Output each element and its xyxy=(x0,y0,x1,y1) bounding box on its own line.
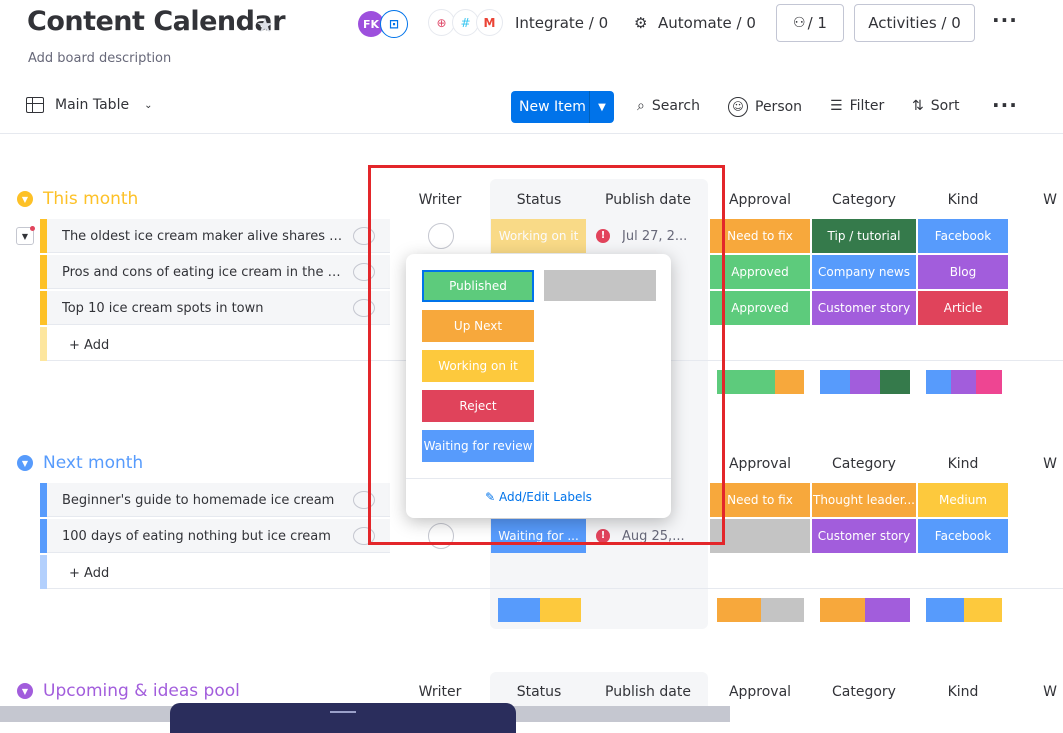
column-header-w[interactable]: W xyxy=(1040,192,1060,208)
approval-summary-bar xyxy=(717,370,804,394)
column-header-status[interactable]: Status xyxy=(490,684,588,700)
kind-summary-bar xyxy=(926,598,1002,622)
group-collapse-icon[interactable]: ▼ xyxy=(17,191,33,207)
approval-cell[interactable]: Need to fix xyxy=(710,483,810,517)
kind-cell[interactable]: Facebook xyxy=(918,219,1008,253)
approval-cell[interactable]: Approved xyxy=(710,291,810,325)
add-item-button[interactable]: + Add xyxy=(69,566,109,581)
column-header-publish-date[interactable]: Publish date xyxy=(590,684,706,700)
category-cell[interactable]: Thought leader... xyxy=(812,483,916,517)
table-icon xyxy=(26,97,44,113)
column-header-category[interactable]: Category xyxy=(812,684,916,700)
star-icon[interactable]: ★ xyxy=(256,13,274,37)
sort-icon: ⇅ xyxy=(912,98,924,114)
add-item-button[interactable]: + Add xyxy=(69,338,109,353)
automate-button[interactable]: Automate / 0 xyxy=(658,14,756,32)
filter-button[interactable]: ☰ Filter xyxy=(830,98,884,114)
column-header-kind[interactable]: Kind xyxy=(918,192,1008,208)
kind-summary-bar xyxy=(926,370,1002,394)
group-collapse-icon[interactable]: ▼ xyxy=(17,683,33,699)
kind-cell[interactable]: Article xyxy=(918,291,1008,325)
sort-button[interactable]: ⇅ Sort xyxy=(912,98,959,114)
category-cell[interactable]: Customer story xyxy=(812,291,916,325)
chevron-down-icon[interactable]: ▼ xyxy=(589,91,614,123)
group-title[interactable]: Upcoming & ideas pool xyxy=(43,681,240,701)
highlight-annotation-box xyxy=(368,165,725,545)
people-icon: ⚇ xyxy=(793,15,806,31)
approval-cell[interactable]: Need to fix xyxy=(710,219,810,253)
invite-icon[interactable]: ⊡ xyxy=(380,10,408,38)
integrate-button[interactable]: Integrate / 0 xyxy=(515,14,608,32)
group-title[interactable]: This month xyxy=(43,189,138,209)
category-cell[interactable]: Customer story xyxy=(812,519,916,553)
item-name[interactable]: Pros and cons of eating ice cream in the… xyxy=(62,265,344,280)
group-color-bar xyxy=(40,219,47,253)
approval-cell[interactable] xyxy=(710,519,810,553)
column-header-w[interactable]: W xyxy=(1040,684,1060,700)
kind-cell[interactable]: Blog xyxy=(918,255,1008,289)
group-color-bar xyxy=(40,555,47,589)
column-header-writer[interactable]: Writer xyxy=(405,684,475,700)
add-row[interactable] xyxy=(40,555,1063,589)
group-color-bar xyxy=(40,255,47,289)
notification-dot xyxy=(30,226,35,231)
view-selector[interactable]: Main Table ⌄ xyxy=(26,97,152,113)
column-header-kind[interactable]: Kind xyxy=(918,456,1008,472)
search-icon: ⌕ xyxy=(637,98,645,114)
approval-summary-bar xyxy=(717,598,804,622)
group-title[interactable]: Next month xyxy=(43,453,143,473)
divider xyxy=(0,133,1063,134)
board-description[interactable]: Add board description xyxy=(28,51,171,66)
approval-cell[interactable]: Approved xyxy=(710,255,810,289)
category-summary-bar xyxy=(820,370,910,394)
group-color-bar xyxy=(40,519,47,553)
slack-icon: # xyxy=(452,9,479,36)
column-header-category[interactable]: Category xyxy=(812,456,916,472)
person-filter-button[interactable]: ☺ Person xyxy=(728,97,802,117)
group-color-bar xyxy=(40,291,47,325)
group-collapse-icon[interactable]: ▼ xyxy=(17,455,33,471)
item-name[interactable]: The oldest ice cream maker alive shares … xyxy=(62,229,344,244)
category-summary-bar xyxy=(820,598,910,622)
new-item-button[interactable]: New Item ▼ xyxy=(511,91,614,123)
group-color-bar xyxy=(40,327,47,361)
column-header-kind[interactable]: Kind xyxy=(918,684,1008,700)
toolbar-more-icon[interactable]: ··· xyxy=(992,93,1018,117)
gmail-icon: M xyxy=(476,9,503,36)
bottom-panel-handle[interactable] xyxy=(170,703,516,733)
page-title[interactable]: Content Calendar xyxy=(27,6,286,37)
column-header-approval[interactable]: Approval xyxy=(710,684,810,700)
filter-icon: ☰ xyxy=(830,98,843,114)
column-header-approval[interactable]: Approval xyxy=(710,192,810,208)
kind-cell[interactable]: Medium xyxy=(918,483,1008,517)
kind-cell[interactable]: Facebook xyxy=(918,519,1008,553)
more-options-icon[interactable]: ··· xyxy=(992,8,1018,32)
drag-handle-icon xyxy=(330,711,356,713)
category-cell[interactable]: Company news xyxy=(812,255,916,289)
activities-button[interactable]: Activities / 0 xyxy=(854,4,975,42)
search-button[interactable]: ⌕ Search xyxy=(637,98,700,114)
chevron-down-icon: ⌄ xyxy=(144,99,153,111)
integration-logo-icon: ⊕ xyxy=(428,9,455,36)
members-button[interactable]: ⚇ / 1 xyxy=(776,4,844,42)
group-color-bar xyxy=(40,483,47,517)
column-header-category[interactable]: Category xyxy=(812,192,916,208)
column-header-w[interactable]: W xyxy=(1040,456,1060,472)
category-cell[interactable]: Tip / tutorial xyxy=(812,219,916,253)
item-name[interactable]: Top 10 ice cream spots in town xyxy=(62,301,344,316)
person-icon: ☺ xyxy=(728,97,748,117)
item-name[interactable]: 100 days of eating nothing but ice cream xyxy=(62,529,344,544)
column-header-approval[interactable]: Approval xyxy=(710,456,810,472)
robot-icon: ⚙ xyxy=(634,14,648,32)
item-name[interactable]: Beginner's guide to homemade ice cream xyxy=(62,493,344,508)
status-summary-bar xyxy=(498,598,581,622)
